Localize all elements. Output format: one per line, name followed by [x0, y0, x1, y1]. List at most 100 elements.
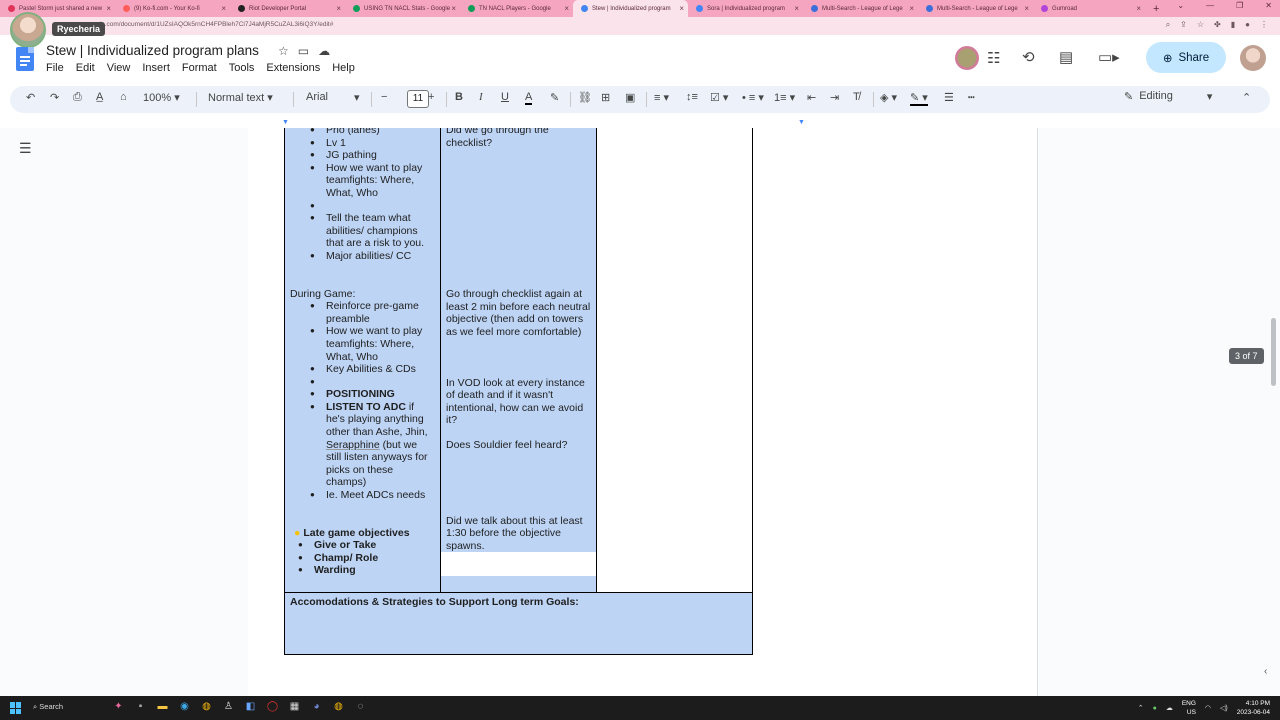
file-explorer-icon[interactable]: ▬	[156, 700, 169, 714]
account-avatar[interactable]	[1240, 45, 1266, 71]
close-tab-icon[interactable]: ×	[909, 4, 914, 13]
increase-indent-icon[interactable]: ⇥	[830, 91, 839, 104]
meet-video-icon[interactable]: ▭▸	[1098, 48, 1120, 66]
app-icon[interactable]: ♙	[222, 700, 235, 714]
hide-menus-icon[interactable]: ⌃	[1242, 91, 1251, 104]
share-page-icon[interactable]: ⇪	[1180, 20, 1187, 30]
browser-tab[interactable]: USING TN NACL Stats - Google ×	[345, 0, 460, 17]
insert-link-icon[interactable]: ⛓	[578, 91, 592, 104]
restore-icon[interactable]: ❐	[1236, 1, 1243, 10]
share-button[interactable]: ⊕ Share	[1146, 42, 1226, 73]
font-size-input[interactable]: 11	[407, 90, 429, 108]
bulleted-list-icon[interactable]: • ≡ ▾	[742, 91, 764, 104]
version-history-icon[interactable]: ⟲	[1022, 48, 1035, 66]
docs-logo-icon[interactable]	[16, 47, 34, 71]
table-cell[interactable]	[596, 128, 753, 593]
taskbar-search[interactable]: ⌕ Search	[33, 702, 63, 712]
menu-help[interactable]: Help	[332, 62, 355, 74]
document-outline-icon[interactable]: ☰	[19, 140, 32, 157]
close-icon[interactable]: ✕	[1265, 1, 1272, 10]
windows-start-icon[interactable]	[10, 702, 22, 714]
meet-present-icon[interactable]: ☷	[987, 49, 1000, 67]
browser-tab[interactable]: Stew | Individualized program ×	[573, 0, 688, 17]
print-icon[interactable]: ⎙	[73, 91, 82, 104]
wifi-icon[interactable]: ◠	[1205, 704, 1211, 712]
table-cell[interactable]: Prio (lanes)Lv 1JG pathingHow we want to…	[284, 128, 441, 593]
chrome-active-icon[interactable]: ◍	[332, 700, 345, 714]
app-icon[interactable]: ✦	[112, 700, 125, 714]
menu-edit[interactable]: Edit	[76, 62, 95, 74]
zoom-icon[interactable]: ⌕	[1166, 20, 1170, 30]
font-dropdown-icon[interactable]: ▾	[354, 91, 360, 104]
spellcheck-icon[interactable]: A̲	[96, 91, 103, 103]
undo-icon[interactable]: ↶	[26, 91, 35, 104]
menu-insert[interactable]: Insert	[142, 62, 170, 74]
menu-view[interactable]: View	[107, 62, 131, 74]
browser-tab[interactable]: (9) Ko-fi.com - Your Ko-fi ×	[115, 0, 230, 17]
close-tab-icon[interactable]: ×	[221, 4, 226, 13]
editing-mode-select[interactable]: ✎ Editing ▾	[1124, 90, 1212, 103]
document-title[interactable]: Stew | Individualized program plans	[46, 43, 259, 58]
vscode-icon[interactable]: ◧	[244, 700, 257, 714]
extensions-icon[interactable]: ✤	[1214, 20, 1221, 30]
close-tab-icon[interactable]: ×	[1136, 4, 1141, 13]
minimize-icon[interactable]: —	[1206, 1, 1214, 10]
zoom-select[interactable]: 100% ▾	[143, 91, 180, 104]
cell-background-icon[interactable]: ◈ ▾	[880, 91, 897, 104]
chevron-down-icon[interactable]: ⌄	[1177, 1, 1184, 10]
font-select[interactable]: Arial	[306, 91, 328, 103]
table-cell[interactable]: Did we go through the checklist? Go thro…	[440, 128, 597, 593]
url-text[interactable]: gle.com/document/d/1UZsIAQOk5rnCH4FPBleh…	[96, 21, 333, 28]
language-indicator[interactable]: ENG US	[1182, 699, 1196, 717]
highlight-icon[interactable]: ✎	[550, 91, 559, 104]
indent-marker-icon[interactable]: ▼	[282, 119, 289, 126]
menu-extensions[interactable]: Extensions	[266, 62, 320, 74]
close-tab-icon[interactable]: ×	[106, 4, 111, 13]
border-dash-icon[interactable]: ┅	[968, 91, 975, 104]
long-term-goals-cell[interactable]: Accomodations & Strategies to Support Lo…	[284, 592, 753, 655]
side-panel-toggle-icon[interactable]: ‹	[1264, 666, 1267, 677]
browser-tab[interactable]: Gumroad ×	[1033, 0, 1145, 17]
edge-icon[interactable]: ◉	[178, 700, 191, 714]
collaborator-avatar[interactable]	[955, 46, 979, 70]
line-spacing-icon[interactable]: ↕≡	[686, 91, 698, 103]
numbered-list-icon[interactable]: 1≡ ▾	[774, 91, 795, 104]
move-folder-icon[interactable]: ▭	[298, 44, 309, 58]
new-tab-button[interactable]: +	[1153, 3, 1159, 15]
right-indent-marker-icon[interactable]: ▼	[798, 119, 805, 126]
cloud-icon[interactable]: ☁	[1166, 704, 1173, 712]
menu-file[interactable]: File	[46, 62, 64, 74]
profile-mini-icon[interactable]: ●	[1245, 20, 1250, 30]
insert-comment-icon[interactable]: ⊞	[601, 91, 610, 104]
bookmark-star-icon[interactable]: ☆	[1197, 20, 1204, 30]
clock[interactable]: 4:10 PM 2023-06-04	[1237, 699, 1270, 717]
browser-tab[interactable]: TN NACL Players - Google ×	[460, 0, 573, 17]
checklist-icon[interactable]: ☑ ▾	[710, 91, 728, 104]
close-tab-icon[interactable]: ×	[1024, 4, 1029, 13]
menu-format[interactable]: Format	[182, 62, 217, 74]
close-tab-icon[interactable]: ×	[679, 4, 684, 13]
insert-image-icon[interactable]: ▣	[625, 91, 635, 104]
browser-tab[interactable]: Multi-Search - League of Lege ×	[803, 0, 918, 17]
scrollbar-thumb[interactable]	[1271, 318, 1276, 386]
style-select[interactable]: Normal text ▾	[208, 91, 273, 104]
app-icon[interactable]: ◯	[266, 700, 279, 714]
app-icon[interactable]: ▦	[288, 700, 301, 714]
app-icon[interactable]: ▪	[134, 700, 147, 714]
italic-icon[interactable]: I	[479, 91, 483, 103]
tray-chevron-icon[interactable]: ⌃	[1138, 704, 1144, 712]
paint-format-icon[interactable]: ⌂	[120, 91, 127, 103]
close-tab-icon[interactable]: ×	[794, 4, 799, 13]
menu-tools[interactable]: Tools	[229, 62, 255, 74]
border-width-icon[interactable]: ☰	[944, 91, 954, 104]
browser-tab[interactable]: Sora | Individualized program ×	[688, 0, 803, 17]
browser-tab[interactable]: Riot Developer Portal ×	[230, 0, 345, 17]
close-tab-icon[interactable]: ×	[336, 4, 341, 13]
align-left-icon[interactable]: ≡ ▾	[654, 91, 669, 104]
close-tab-icon[interactable]: ×	[564, 4, 569, 13]
volume-icon[interactable]: ◁)	[1220, 704, 1228, 712]
cloud-status-icon[interactable]: ☁	[318, 44, 330, 58]
underline-icon[interactable]: U	[501, 91, 509, 103]
mic-icon[interactable]: ●	[1153, 705, 1157, 712]
app-icon[interactable]: ◌	[354, 700, 367, 714]
